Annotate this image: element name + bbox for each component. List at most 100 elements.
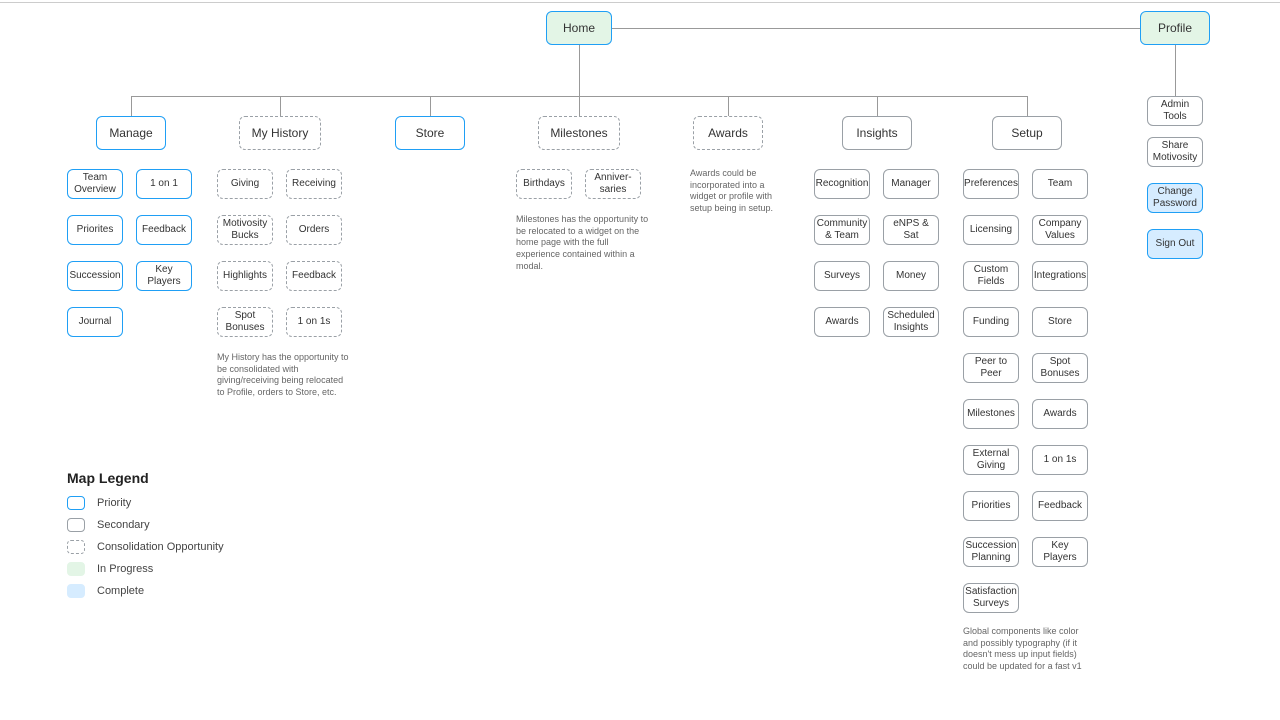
node-priorities[interactable]: Priorites (67, 215, 123, 245)
node-highlights[interactable]: Highlights (217, 261, 273, 291)
node-setup-store[interactable]: Store (1032, 307, 1088, 337)
node-awards[interactable]: Awards (693, 116, 763, 150)
node-setup-feedback[interactable]: Feedback (1032, 491, 1088, 521)
node-company-values[interactable]: Company Values (1032, 215, 1088, 245)
node-team-overview[interactable]: Team Overview (67, 169, 123, 199)
label: 1 on 1 (150, 178, 178, 190)
node-mh-1on1s[interactable]: 1 on 1s (286, 307, 342, 337)
label: 1 on 1s (1044, 454, 1077, 466)
node-recognition[interactable]: Recognition (814, 169, 870, 199)
node-mh-feedback[interactable]: Feedback (286, 261, 342, 291)
node-setup-1on1s[interactable]: 1 on 1s (1032, 445, 1088, 475)
node-giving[interactable]: Giving (217, 169, 273, 199)
label: Sign Out (1156, 238, 1195, 250)
node-birthdays[interactable]: Birthdays (516, 169, 572, 199)
label: Birthdays (523, 178, 565, 190)
label: Integrations (1034, 270, 1086, 282)
swatch-inprogress (67, 562, 85, 576)
node-orders[interactable]: Orders (286, 215, 342, 245)
node-milestones[interactable]: Milestones (538, 116, 620, 150)
node-setup-team[interactable]: Team (1032, 169, 1088, 199)
node-sign-out[interactable]: Sign Out (1147, 229, 1203, 259)
node-admin-tools[interactable]: Admin Tools (1147, 96, 1203, 126)
connector (131, 96, 132, 116)
label: Giving (231, 178, 259, 190)
legend-label: In Progress (97, 563, 153, 575)
node-preferences[interactable]: Preferences (963, 169, 1019, 199)
node-setup-spot-bonuses[interactable]: Spot Bonuses (1032, 353, 1088, 383)
label: Journal (79, 316, 112, 328)
label: Key Players (1037, 540, 1083, 564)
node-insights[interactable]: Insights (842, 116, 912, 150)
label: Feedback (1038, 500, 1082, 512)
label: Anniver-saries (590, 172, 636, 196)
node-home[interactable]: Home (546, 11, 612, 45)
node-manage[interactable]: Manage (96, 116, 166, 150)
legend-row-complete: Complete (67, 584, 224, 598)
node-change-password[interactable]: Change Password (1147, 183, 1203, 213)
node-1on1[interactable]: 1 on 1 (136, 169, 192, 199)
node-surveys[interactable]: Surveys (814, 261, 870, 291)
node-setup-milestones[interactable]: Milestones (963, 399, 1019, 429)
connector (1175, 44, 1176, 96)
node-profile[interactable]: Profile (1140, 11, 1210, 45)
node-succession-planning[interactable]: Succession Planning (963, 537, 1019, 567)
node-succession[interactable]: Succession (67, 261, 123, 291)
node-enps-sat[interactable]: eNPS & Sat (883, 215, 939, 245)
label: Setup (1011, 126, 1042, 140)
node-setup-priorities[interactable]: Priorities (963, 491, 1019, 521)
connector (430, 96, 431, 116)
label: Orders (299, 224, 330, 236)
node-journal[interactable]: Journal (67, 307, 123, 337)
legend-row-inprogress: In Progress (67, 562, 224, 576)
legend-row-secondary: Secondary (67, 518, 224, 532)
label: Custom Fields (968, 264, 1014, 288)
node-licensing[interactable]: Licensing (963, 215, 1019, 245)
node-manager[interactable]: Manager (883, 169, 939, 199)
node-satisfaction-surveys[interactable]: Satisfaction Surveys (963, 583, 1019, 613)
note-milestones: Milestones has the opportunity to be rel… (516, 214, 651, 272)
node-money[interactable]: Money (883, 261, 939, 291)
node-funding[interactable]: Funding (963, 307, 1019, 337)
node-external-giving[interactable]: External Giving (963, 445, 1019, 475)
connector (579, 96, 580, 116)
node-setup-awards[interactable]: Awards (1032, 399, 1088, 429)
label: Satisfaction Surveys (965, 586, 1017, 610)
node-peer-to-peer[interactable]: Peer to Peer (963, 353, 1019, 383)
swatch-complete (67, 584, 85, 598)
node-scheduled-insights[interactable]: Scheduled Insights (883, 307, 939, 337)
label: Share Motivosity (1152, 140, 1198, 164)
label: Peer to Peer (968, 356, 1014, 380)
legend-title: Map Legend (67, 470, 224, 486)
connector (877, 96, 878, 116)
legend-label: Secondary (97, 519, 150, 531)
label: Admin Tools (1152, 99, 1198, 123)
note-awards: Awards could be incorporated into a widg… (690, 168, 775, 215)
node-receiving[interactable]: Receiving (286, 169, 342, 199)
node-spot-bonuses[interactable]: Spot Bonuses (217, 307, 273, 337)
map-legend: Map Legend Priority Secondary Consolidat… (67, 470, 224, 606)
node-anniversaries[interactable]: Anniver-saries (585, 169, 641, 199)
label: Licensing (970, 224, 1012, 236)
label: Awards (1043, 408, 1076, 420)
label: Milestones (967, 408, 1015, 420)
note-setup: Global components like color and possibl… (963, 626, 1091, 673)
node-setup-key-players[interactable]: Key Players (1032, 537, 1088, 567)
label: Manager (891, 178, 930, 190)
node-insights-awards[interactable]: Awards (814, 307, 870, 337)
node-integrations[interactable]: Integrations (1032, 261, 1088, 291)
node-store[interactable]: Store (395, 116, 465, 150)
legend-label: Consolidation Opportunity (97, 541, 224, 553)
node-setup[interactable]: Setup (992, 116, 1062, 150)
node-share-motivosity[interactable]: Share Motivosity (1147, 137, 1203, 167)
node-custom-fields[interactable]: Custom Fields (963, 261, 1019, 291)
node-community-team[interactable]: Community & Team (814, 215, 870, 245)
label: Recognition (816, 178, 869, 190)
node-key-players[interactable]: Key Players (136, 261, 192, 291)
label: Profile (1158, 21, 1192, 35)
label: Highlights (223, 270, 267, 282)
node-my-history[interactable]: My History (239, 116, 321, 150)
node-motivosity-bucks[interactable]: Motivosity Bucks (217, 215, 273, 245)
label: Spot Bonuses (222, 310, 268, 334)
node-feedback[interactable]: Feedback (136, 215, 192, 245)
